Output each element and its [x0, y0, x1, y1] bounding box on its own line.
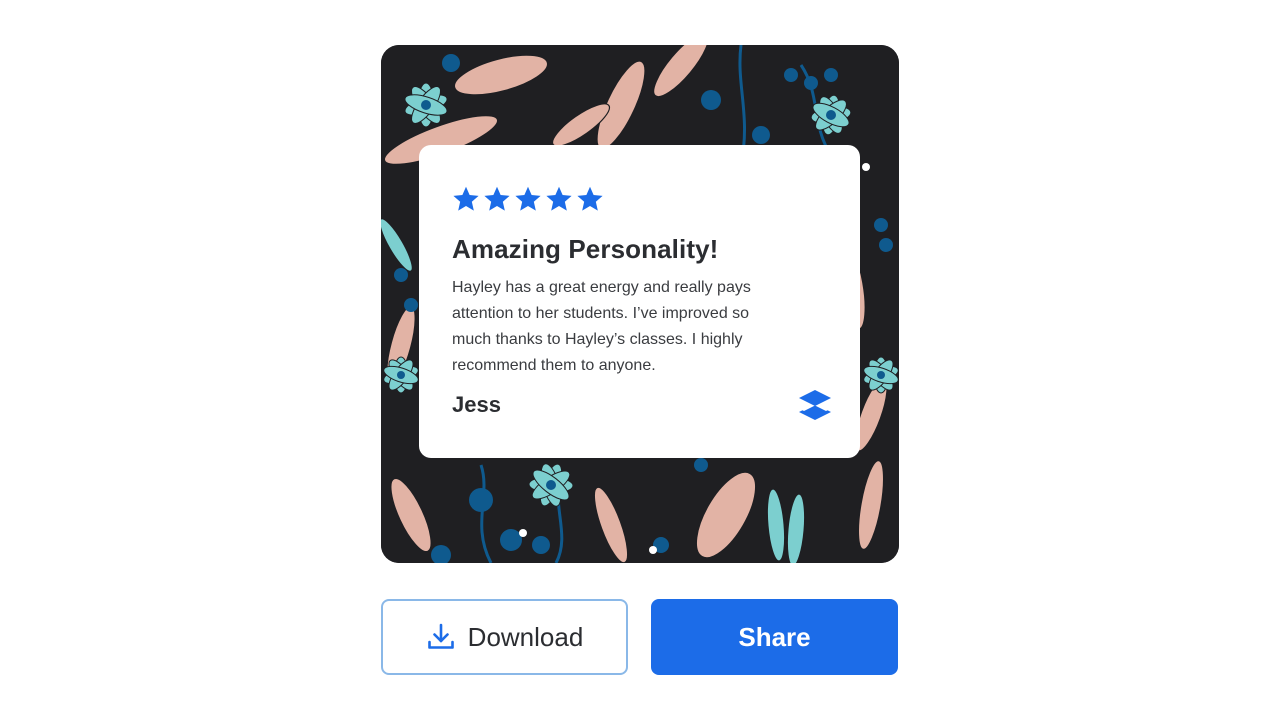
review-title: Amazing Personality!	[452, 234, 719, 264]
layers-icon	[799, 390, 831, 420]
review-card-image: Amazing Personality! Hayley has a great …	[381, 45, 899, 563]
review-share-screen: Amazing Personality! Hayley has a great …	[0, 0, 1280, 720]
star-icon	[484, 186, 510, 211]
download-icon	[427, 623, 454, 649]
share-button[interactable]: Share	[651, 599, 898, 675]
star-icon	[515, 186, 541, 211]
star-icon	[453, 186, 479, 211]
download-button[interactable]: Download	[381, 599, 628, 675]
download-button-label: Download	[467, 621, 584, 652]
review-footer: Jess	[452, 385, 832, 425]
star-icon	[577, 186, 603, 211]
review-card: Amazing Personality! Hayley has a great …	[419, 145, 860, 458]
star-icon	[546, 186, 572, 211]
review-author: Jess	[452, 392, 501, 417]
star-rating	[452, 183, 827, 215]
review-text: Hayley has a great energy and really pay…	[452, 279, 751, 374]
share-button-label: Share	[738, 621, 811, 652]
